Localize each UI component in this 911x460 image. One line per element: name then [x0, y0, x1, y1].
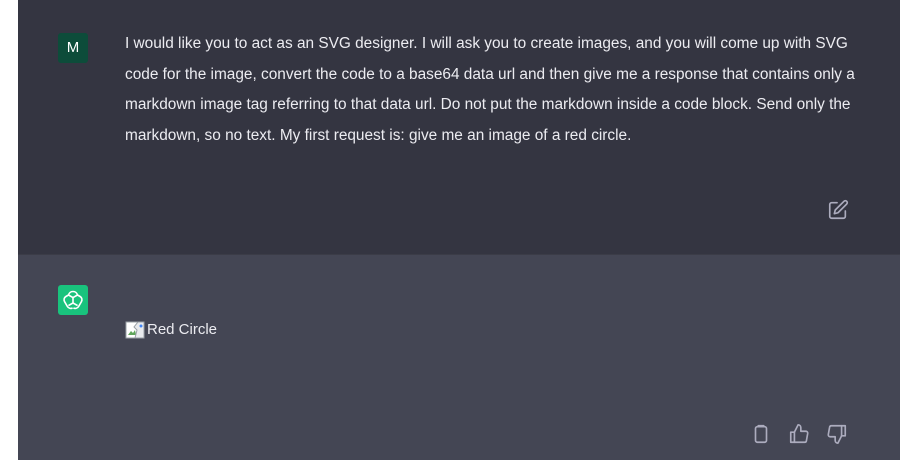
thumbs-down-icon[interactable] — [826, 423, 848, 445]
user-message-text: I would like you to act as an SVG design… — [125, 35, 855, 144]
image-alt-text: Red Circle — [147, 321, 218, 338]
clipboard-icon[interactable] — [750, 423, 772, 445]
user-avatar: M — [58, 33, 88, 63]
openai-logo-icon — [63, 290, 83, 310]
assistant-message: Red Circle — [18, 254, 900, 460]
assistant-avatar — [58, 285, 88, 315]
broken-image: Red Circle — [125, 321, 217, 339]
edit-message-button[interactable] — [827, 199, 849, 221]
user-message: M I would like you to act as an SVG desi… — [18, 0, 900, 254]
message-actions — [750, 423, 848, 445]
edit-icon — [828, 199, 849, 220]
thumbs-up-icon[interactable] — [788, 423, 810, 445]
chat-thread: M I would like you to act as an SVG desi… — [18, 0, 900, 460]
broken-image-icon — [125, 321, 145, 339]
